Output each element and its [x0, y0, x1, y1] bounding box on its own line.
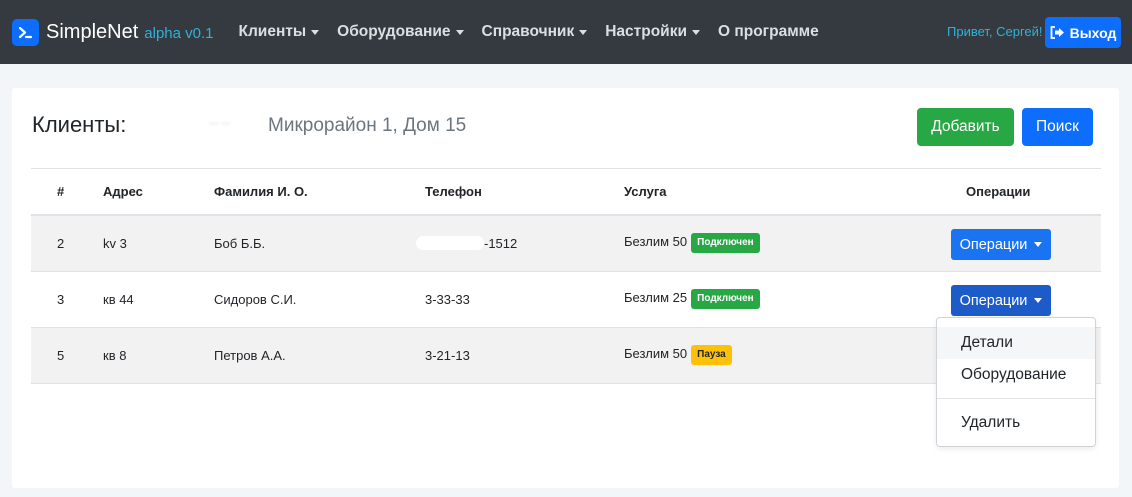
phone-redaction [416, 236, 484, 250]
brand[interactable]: SimpleNet alpha v0.1 [12, 18, 214, 46]
row-address: kv 3 [103, 236, 127, 251]
column-header-service: Услуга [624, 184, 667, 199]
nav-item-label: О программе [718, 23, 819, 40]
nav-item-label: Клиенты [238, 23, 307, 40]
chevron-down-icon [1034, 242, 1043, 247]
row-service: Безлим 50 Подключен [624, 233, 760, 253]
operations-dropdown-menu: Детали Оборудование Удалить [936, 317, 1096, 447]
row-service-name: Безлим 50 [624, 234, 688, 249]
add-button[interactable]: Добавить [917, 108, 1014, 146]
nav-item-clients[interactable]: Клиенты [239, 23, 320, 41]
row-phone-value: -1512 [484, 236, 518, 251]
nav-item-label: Оборудование [337, 23, 451, 40]
nav-item-about[interactable]: О программе [718, 23, 819, 41]
row-name: Петров А.А. [214, 348, 286, 363]
chevron-down-icon [692, 29, 700, 35]
row-phone: -1512 [416, 236, 518, 251]
user-greeting: Привет, Сергей! [947, 24, 1043, 39]
status-badge: Подключен [691, 233, 760, 253]
operations-button[interactable]: Операции [951, 229, 1051, 260]
column-header-name: Фамилия И. О. [214, 184, 308, 199]
menu-item-delete[interactable]: Удалить [937, 407, 1095, 439]
row-name: Боб Б.Б. [214, 236, 266, 251]
brand-name: SimpleNet [46, 20, 139, 43]
column-header-number: # [57, 184, 65, 199]
row-phone: 3-33-33 [425, 292, 470, 307]
status-badge: Подключен [691, 289, 760, 309]
logout-label: Выход [1069, 24, 1117, 41]
nav-item-reference[interactable]: Справочник [482, 23, 588, 41]
sign-out-icon [1050, 26, 1064, 39]
column-header-address: Адрес [103, 184, 143, 199]
top-navbar: SimpleNet alpha v0.1 Клиенты Оборудовани… [0, 0, 1132, 64]
row-service: Безлим 25 Подключен [624, 289, 760, 309]
chevron-down-icon [1034, 298, 1043, 303]
row-number: 2 [57, 236, 65, 251]
table-row: 2 kv 3 Боб Б.Б. -1512 Безлим 50 Подключен… [31, 216, 1101, 272]
page-title: Клиенты: [32, 112, 127, 137]
house-address: Микрорайон 1, Дом 15 [268, 115, 467, 136]
nav-item-label: Справочник [481, 23, 575, 40]
row-number: 3 [57, 292, 65, 307]
operations-button[interactable]: Операции [951, 285, 1051, 316]
operations-label: Операции [959, 236, 1028, 253]
operations-label: Операции [959, 292, 1028, 309]
redacted-text: ... ... [209, 115, 231, 127]
row-address: кв 44 [103, 292, 134, 307]
chevron-down-icon [579, 29, 588, 35]
row-service-name: Безлим 50 [624, 346, 688, 361]
menu-divider [937, 398, 1095, 399]
main-nav: Клиенты Оборудование Справочник Настройк… [239, 23, 837, 41]
search-button[interactable]: Поиск [1022, 108, 1093, 146]
logout-button[interactable]: Выход [1045, 17, 1121, 48]
row-address: кв 8 [103, 348, 127, 363]
menu-item-equipment[interactable]: Оборудование [937, 359, 1095, 391]
brand-version: alpha v0.1 [144, 25, 214, 42]
nav-item-label: Настройки [605, 23, 687, 40]
row-phone: 3-21-13 [425, 348, 470, 363]
row-name: Сидоров С.И. [214, 292, 297, 307]
column-header-operations: Операции [966, 184, 1031, 199]
status-badge: Пауза [691, 345, 732, 365]
chevron-down-icon [311, 29, 320, 35]
row-service-name: Безлим 25 [624, 290, 688, 305]
nav-item-settings[interactable]: Настройки [605, 23, 700, 41]
menu-item-details[interactable]: Детали [937, 327, 1095, 359]
nav-item-equipment[interactable]: Оборудование [337, 23, 464, 41]
chevron-down-icon [455, 29, 464, 35]
row-number: 5 [57, 348, 65, 363]
column-header-phone: Телефон [425, 184, 482, 199]
terminal-icon [12, 18, 39, 46]
row-service: Безлим 50 Пауза [624, 345, 732, 365]
table-header: # Адрес Фамилия И. О. Телефон Услуга Опе… [31, 169, 1101, 216]
